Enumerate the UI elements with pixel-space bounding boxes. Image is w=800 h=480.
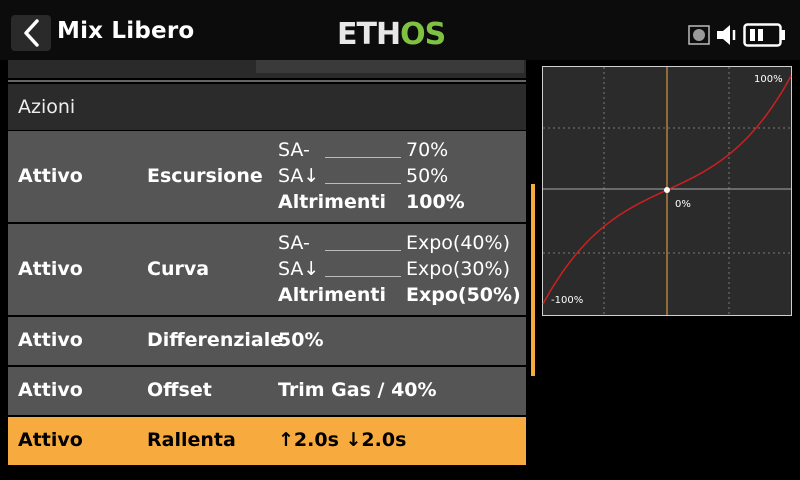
status-icons (688, 20, 788, 48)
switch-label: SA- (278, 139, 310, 161)
switch-label: SA↓ (278, 258, 320, 280)
speaker-icon (717, 25, 736, 45)
header-bar: Mix Libero ETHOS (0, 0, 800, 60)
record-icon (688, 25, 710, 45)
action-row-rallenta[interactable]: Attivo Rallenta ↑2.0s ↓2.0s (8, 417, 526, 465)
action-row-differenziale[interactable]: Attivo Differenziale 50% (8, 317, 526, 365)
condition-value: Expo(50%) (406, 284, 521, 306)
switch-label: SA↓ (278, 165, 320, 187)
battery-icon (743, 23, 785, 47)
switch-label: SA- (278, 232, 310, 254)
row-value: ↑2.0s ↓2.0s (278, 429, 407, 451)
leader-line (325, 157, 401, 158)
row-status: Attivo (18, 165, 83, 187)
curve-center-point (664, 187, 670, 193)
condition-line: SA- Expo(40%) (278, 232, 526, 258)
scrollbar[interactable] (531, 184, 535, 376)
label-bottom: -100% (551, 295, 583, 306)
back-chevron-icon (24, 19, 39, 47)
label-top: 100% (754, 74, 783, 85)
curve-graph: 100% 0% -100% (542, 66, 792, 316)
actions-list: Azioni Attivo Escursione SA- 70% SA↓ 50%… (8, 60, 526, 465)
condition-value: Expo(40%) (406, 232, 510, 254)
ethos-logo: ETHOS (337, 20, 446, 46)
logo-text-eth: ETH (337, 20, 400, 46)
row-status: Attivo (18, 379, 83, 401)
switch-label: Altrimenti (278, 191, 386, 213)
leader-line (325, 276, 401, 277)
logo-text-os: OS (400, 20, 445, 46)
previous-row-partial (8, 60, 526, 78)
row-action: Curva (147, 258, 210, 280)
condition-line: SA- 70% (278, 139, 526, 165)
row-status: Attivo (18, 258, 83, 280)
row-action: Rallenta (147, 429, 236, 451)
leader-line (325, 250, 401, 251)
action-row-escursione[interactable]: Attivo Escursione SA- 70% SA↓ 50% Altrim… (8, 131, 526, 222)
row-value: 50% (278, 329, 324, 351)
svg-text:ETHOS: ETHOS (337, 20, 445, 46)
condition-value: Expo(30%) (406, 258, 510, 280)
row-action: Escursione (147, 165, 263, 187)
condition-line: Altrimenti 100% (278, 191, 526, 217)
section-header: Azioni (8, 84, 526, 130)
row-action: Offset (147, 379, 212, 401)
row-status: Attivo (18, 429, 83, 451)
back-button[interactable] (11, 15, 51, 51)
action-row-offset[interactable]: Attivo Offset Trim Gas / 40% (8, 367, 526, 415)
leader-line (325, 183, 401, 184)
row-value: Trim Gas / 40% (278, 379, 437, 401)
condition-line: SA↓ 50% (278, 165, 526, 191)
row-action: Differenziale (147, 329, 284, 351)
condition-value: 70% (406, 139, 449, 161)
page-title: Mix Libero (57, 18, 195, 44)
previous-row-field (256, 60, 524, 73)
condition-line: SA↓ Expo(30%) (278, 258, 526, 284)
switch-label: Altrimenti (278, 284, 386, 306)
condition-line: Altrimenti Expo(50%) (278, 284, 526, 310)
row-status: Attivo (18, 329, 83, 351)
action-row-curva[interactable]: Attivo Curva SA- Expo(40%) SA↓ Expo(30%)… (8, 224, 526, 315)
condition-value: 50% (406, 165, 449, 187)
label-center: 0% (675, 199, 691, 210)
condition-value: 100% (406, 191, 465, 213)
